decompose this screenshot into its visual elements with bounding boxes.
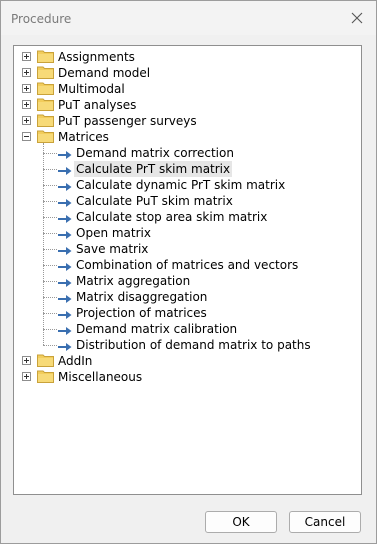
tree-folder-bottom-0[interactable]: AddIn [14, 353, 354, 369]
tree-folder-label: Miscellaneous [58, 370, 143, 384]
tree-folder-top-2[interactable]: Multimodal [14, 81, 354, 97]
expand-icon[interactable] [22, 100, 31, 109]
collapse-icon[interactable] [22, 132, 31, 141]
tree-procedure-item[interactable]: Demand matrix correction [14, 145, 354, 161]
arrow-right-icon [58, 148, 72, 159]
folder-icon [37, 66, 54, 79]
expand-icon[interactable] [22, 84, 31, 93]
arrow-right-icon [58, 340, 72, 351]
tree-folder-label: PuT analyses [58, 98, 137, 112]
expand-icon[interactable] [22, 356, 31, 365]
tree-procedure-item[interactable]: Matrix disaggregation [14, 289, 354, 305]
tree-procedure-label: Distribution of demand matrix to paths [76, 338, 311, 352]
tree-procedure-item[interactable]: Open matrix [14, 225, 354, 241]
tree-procedure-item[interactable]: Matrix aggregation [14, 273, 354, 289]
ok-button[interactable]: OK [205, 511, 277, 533]
expand-icon[interactable] [22, 372, 31, 381]
tree-procedure-label: Calculate stop area skim matrix [76, 210, 268, 224]
tree-folder-label: Matrices [58, 130, 109, 144]
tree-procedure-item[interactable]: Distribution of demand matrix to paths [14, 337, 354, 353]
arrow-right-icon [58, 292, 72, 303]
folder-icon [37, 370, 54, 383]
tree-procedure-item[interactable]: Calculate stop area skim matrix [14, 209, 354, 225]
arrow-right-icon [58, 276, 72, 287]
expand-icon[interactable] [22, 52, 31, 61]
tree-folder-label: PuT passenger surveys [58, 114, 197, 128]
arrow-right-icon [58, 212, 72, 223]
close-icon [351, 12, 363, 24]
tree-folder-label: Assignments [58, 50, 135, 64]
cancel-button[interactable]: Cancel [289, 511, 361, 533]
expand-icon[interactable] [22, 116, 31, 125]
tree-procedure-label: Calculate PrT skim matrix [74, 161, 233, 177]
arrow-right-icon [58, 228, 72, 239]
tree-procedure-item[interactable]: Demand matrix calibration [14, 321, 354, 337]
tree-procedure-item[interactable]: Calculate PuT skim matrix [14, 193, 354, 209]
arrow-right-icon [58, 164, 72, 175]
tree-procedure-item[interactable]: Combination of matrices and vectors [14, 257, 354, 273]
tree-folder-label: Multimodal [58, 82, 125, 96]
folder-icon [37, 82, 54, 95]
title-bar: Procedure [1, 1, 376, 35]
tree-connector [43, 143, 44, 345]
tree-procedure-item[interactable]: Calculate dynamic PrT skim matrix [14, 177, 354, 193]
tree-procedure-label: Save matrix [76, 242, 149, 256]
folder-icon [37, 98, 54, 111]
procedure-dialog: Procedure Assignments Demand model Multimo… [0, 0, 377, 544]
tree-procedure-label: Matrix disaggregation [76, 290, 208, 304]
tree-folder-top-1[interactable]: Demand model [14, 65, 354, 81]
tree-folder-top-3[interactable]: PuT analyses [14, 97, 354, 113]
arrow-right-icon [58, 196, 72, 207]
close-button[interactable] [344, 5, 370, 31]
tree-procedure-item[interactable]: Save matrix [14, 241, 354, 257]
arrow-right-icon [58, 308, 72, 319]
tree-procedure-label: Open matrix [76, 226, 151, 240]
tree-procedure-label: Calculate PuT skim matrix [76, 194, 233, 208]
tree-procedure-label: Calculate dynamic PrT skim matrix [76, 178, 286, 192]
tree-procedure-label: Demand matrix correction [76, 146, 234, 160]
tree-procedure-label: Matrix aggregation [76, 274, 191, 288]
folder-icon [37, 50, 54, 63]
procedure-tree[interactable]: Assignments Demand model Multimodal PuT ana… [13, 45, 362, 495]
arrow-right-icon [58, 324, 72, 335]
tree-procedure-label: Projection of matrices [76, 306, 207, 320]
arrow-right-icon [58, 260, 72, 271]
tree-procedure-label: Combination of matrices and vectors [76, 258, 299, 272]
tree-folder-bottom-1[interactable]: Miscellaneous [14, 369, 354, 385]
tree-folder-label: Demand model [58, 66, 151, 80]
tree-folder-top-0[interactable]: Assignments [14, 49, 354, 65]
folder-icon [37, 114, 54, 127]
arrow-right-icon [58, 180, 72, 191]
tree-folder-label: AddIn [58, 354, 93, 368]
tree-procedure-item[interactable]: Calculate PrT skim matrix [14, 161, 354, 177]
tree-procedure-item[interactable]: Projection of matrices [14, 305, 354, 321]
folder-icon [37, 130, 54, 143]
arrow-right-icon [58, 244, 72, 255]
expand-icon[interactable] [22, 68, 31, 77]
window-title: Procedure [11, 12, 72, 26]
folder-icon [37, 354, 54, 367]
tree-procedure-label: Demand matrix calibration [76, 322, 238, 336]
tree-folder-matrices[interactable]: Matrices [14, 129, 354, 145]
tree-folder-top-4[interactable]: PuT passenger surveys [14, 113, 354, 129]
